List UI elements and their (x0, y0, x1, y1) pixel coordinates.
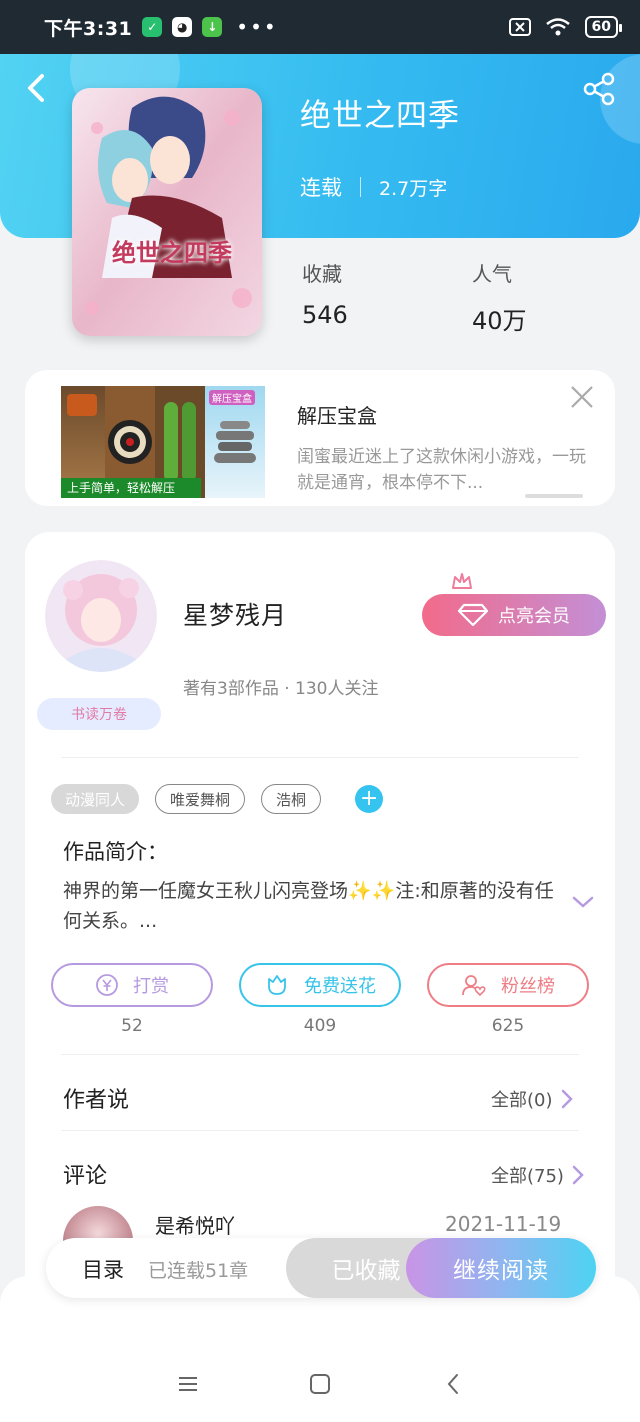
pea-pod-icon (182, 402, 196, 482)
bottom-action-bar: 目录 已连载51章 已收藏 继续阅读 (46, 1238, 596, 1298)
tag-list: 动漫同人 唯爱舞桐 浩桐 + (51, 784, 384, 814)
send-flower-label: 免费送花 (304, 976, 376, 997)
word-count: 2.7万字 (379, 177, 448, 200)
dartboard-icon (108, 420, 152, 464)
flower-icon (268, 975, 286, 995)
comments-all-link[interactable]: 全部(75) (491, 1162, 584, 1188)
download-app-icon: ↓ (202, 17, 223, 37)
stone-icon (216, 431, 254, 440)
status-bar: 下午3:31 ✓ ◕ ↓ ••• 60 (0, 0, 640, 54)
book-status: 连载 (300, 176, 342, 200)
tag-item[interactable]: 唯爱舞桐 (155, 784, 246, 814)
wifi-icon (545, 18, 570, 36)
stat-label: 收藏 (302, 262, 342, 286)
book-cover[interactable]: 绝世之四季 (72, 88, 262, 336)
comments-count: 全部(75) (491, 1166, 564, 1187)
more-notifications-icon: ••• (236, 15, 278, 39)
status-divider (360, 177, 361, 197)
stat-popularity: 人气 40万 (472, 258, 527, 336)
book-title: 绝世之四季 (300, 98, 460, 134)
tip-label: 打赏 (133, 976, 169, 997)
diamond-icon (458, 603, 488, 627)
fan-count: 625 (491, 1016, 525, 1036)
chevron-right-icon (561, 1089, 573, 1109)
avatar-illustration (45, 560, 157, 672)
fan-ranking-button[interactable]: 粉丝榜 (427, 963, 589, 1007)
stone-icon (214, 453, 256, 463)
author-meta: 著有3部作品 · 130人关注 (183, 679, 379, 699)
chapter-count[interactable]: 已连载51章 (148, 1256, 248, 1283)
system-nav-bar (0, 1346, 640, 1422)
ad-image: 解压宝盒 上手简单，轻松解压 (61, 386, 265, 498)
share-icon[interactable] (582, 72, 616, 106)
ad-description: 闺蜜最近迷上了这款休闲小游戏，一玩就是通宵，根本停不下... (297, 447, 586, 493)
toc-button[interactable]: 目录 (82, 1254, 124, 1284)
send-flower-button[interactable]: 免费送花 (239, 963, 401, 1007)
back-arrow-icon[interactable] (22, 70, 52, 106)
continue-reading-label: 继续阅读 (453, 1258, 549, 1284)
comments-title: 评论 (63, 1164, 108, 1189)
intro-title: 作品简介： (63, 840, 168, 864)
ad-scroll-indicator (525, 494, 583, 498)
close-icon[interactable] (569, 384, 595, 410)
stat-label: 人气 (472, 262, 512, 286)
divider (61, 757, 579, 758)
tag-item[interactable]: 动漫同人 (51, 784, 140, 814)
menu-icon[interactable] (176, 1372, 200, 1396)
user-heart-icon (462, 975, 486, 997)
divider (61, 1130, 579, 1131)
chest-icon (67, 394, 97, 416)
fan-ranking-label: 粉丝榜 (501, 976, 555, 997)
collected-label: 已收藏 (331, 1258, 401, 1284)
comment-date: 2021-11-19 (445, 1212, 562, 1236)
stat-favorites: 收藏 546 (302, 258, 348, 329)
intro-text: 神界的第一任魔女王秋儿闪亮登场✨✨注:和原著的没有任何关系。... (63, 880, 554, 932)
ad-title: 解压宝盒 (297, 404, 377, 428)
flower-count: 409 (303, 1016, 337, 1036)
cat-app-icon: ◕ (172, 17, 193, 37)
stone-icon (220, 421, 250, 429)
chevron-down-icon[interactable] (571, 894, 595, 910)
author-says-title: 作者说 (63, 1088, 130, 1113)
crown-icon (452, 573, 472, 589)
vip-button[interactable]: 点亮会员 (422, 594, 606, 636)
author-says-count: 全部(0) (491, 1090, 553, 1111)
no-sim-icon (508, 18, 531, 36)
ad-image-badge: 解压宝盒 (209, 390, 255, 405)
pea-pod-icon (164, 402, 178, 482)
battery-indicator: 60 (584, 16, 623, 38)
stat-value: 40万 (472, 307, 527, 335)
tip-count: 52 (121, 1016, 143, 1036)
home-icon[interactable] (308, 1372, 332, 1396)
author-name[interactable]: 星梦残月 (183, 596, 287, 632)
ad-image-caption: 上手简单，轻松解压 (61, 478, 201, 498)
commenter-name[interactable]: 是希悦吖 (155, 1210, 235, 1239)
stat-value: 546 (302, 301, 348, 329)
cover-title-text: 绝世之四季 (112, 238, 232, 267)
back-icon[interactable] (442, 1372, 466, 1396)
author-avatar[interactable] (45, 560, 157, 672)
author-says-all-link[interactable]: 全部(0) (491, 1086, 573, 1112)
reader-level-badge: 书读万卷 (37, 698, 161, 730)
cover-illustration (72, 88, 262, 336)
status-time: 下午3:31 (44, 17, 133, 40)
ad-card[interactable]: 解压宝盒 上手简单，轻松解压 解压宝盒 闺蜜最近迷上了这款休闲小游戏，一玩就是通… (25, 370, 615, 506)
divider (61, 1054, 579, 1055)
chevron-right-icon (572, 1165, 584, 1185)
stone-icon (218, 442, 252, 451)
shield-app-icon: ✓ (142, 17, 163, 37)
tip-button[interactable]: 打赏 (51, 963, 213, 1007)
book-status-row: 连载 2.7万字 (300, 172, 447, 202)
tag-item[interactable]: 浩桐 (261, 784, 322, 814)
vip-button-label: 点亮会员 (498, 606, 570, 627)
continue-reading-button[interactable]: 继续阅读 (406, 1238, 596, 1298)
add-tag-icon[interactable]: + (355, 785, 384, 813)
yuan-coin-icon (96, 974, 118, 996)
